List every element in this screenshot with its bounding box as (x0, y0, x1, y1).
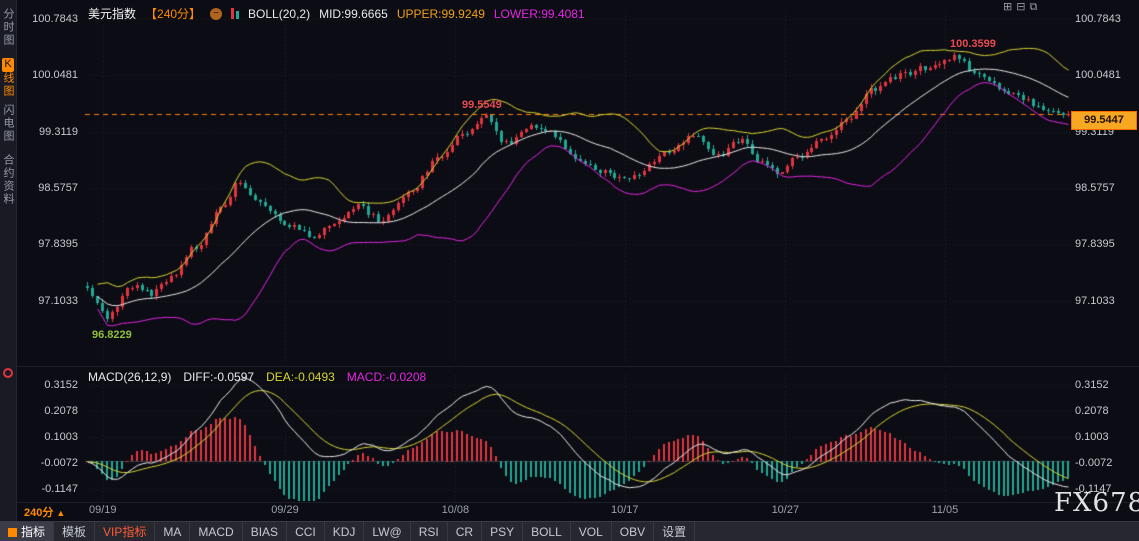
macd-axis-right-label-3: -0.0072 (1075, 457, 1113, 469)
left-sidebar: 分时图 K线图闪电图合约资料 (0, 0, 17, 521)
boll-label: BOLL(20,2) (248, 6, 311, 21)
toolbar-button-label: MA (163, 525, 182, 539)
toolbar-button-label: CR (455, 525, 474, 539)
toolbar-button-vip-indicators[interactable]: VIP指标 (95, 522, 156, 541)
toolbar-button-lw[interactable]: LW@ (364, 522, 411, 541)
toolbar-button-label: BOLL (531, 525, 562, 539)
price-axis-left-label-0: 100.7843 (32, 13, 78, 25)
price-axis-right-label-5: 97.1033 (1075, 295, 1115, 307)
boll-lower-value: LOWER:99.4081 (493, 6, 585, 21)
price-axis-right-label-3: 98.5757 (1075, 182, 1115, 194)
toolbar-button-label: OBV (619, 525, 646, 539)
toolbar-button-obv[interactable]: OBV (612, 522, 655, 541)
period-label[interactable]: 【240分】 (145, 5, 201, 22)
macd-header: MACD(26,12,9) DIFF:-0.0597 DEA:-0.0493 M… (88, 370, 426, 384)
candlestick-icon (231, 8, 240, 19)
toolbar-button-ma[interactable]: MA (155, 522, 191, 541)
date-label-2: 10/08 (441, 504, 470, 516)
toolbar-button-label: VOL (578, 525, 603, 539)
price-axis-right-label-4: 97.8395 (1075, 238, 1115, 250)
macd-axis-left-label-4: -0.1147 (41, 483, 79, 495)
toolbar-button-label: MACD (198, 525, 234, 539)
toolbar-button-rsi[interactable]: RSI (411, 522, 448, 541)
price-axis-right-label-0: 100.7843 (1075, 13, 1121, 25)
symbol-title: 美元指数 (88, 7, 137, 21)
chart-header: 美元指数 【240分】 − BOLL(20,2) MID:99.6665 UPP… (88, 5, 585, 22)
toolbar-button-label: 设置 (662, 525, 687, 539)
window-layout-icons: ⊞ ⊟ ⧉ (1003, 1, 1037, 13)
sidebar-item-time-chart[interactable]: 分时图 (1, 8, 15, 47)
triangle-up-icon: ▲ (56, 508, 66, 518)
price-axis-left-label-4: 97.8395 (38, 238, 78, 250)
toolbar-button-label: PSY (490, 525, 515, 539)
axis-divider (16, 502, 1139, 503)
toolbar-button-label: RSI (418, 525, 439, 539)
sidebar-item-lightning-chart[interactable]: 闪电图 (1, 104, 15, 143)
toolbar-button-label: VIP指标 (103, 525, 147, 539)
last-price-badge: 99.5447 (1071, 111, 1137, 130)
date-label-5: 11/05 (931, 504, 959, 516)
macd-axis-right-label-1: 0.2078 (1075, 405, 1109, 417)
sidebar-item-contract-info[interactable]: 合约资料 (1, 154, 15, 206)
peak-annotation-1: 99.5549 (462, 99, 502, 111)
toolbar-button-kdj[interactable]: KDJ (325, 522, 365, 541)
toolbar-button-templates[interactable]: 模板 (54, 522, 96, 541)
macd-axis-right-label-2: 0.1003 (1075, 431, 1109, 443)
price-axis-left-label-3: 98.5757 (38, 182, 78, 194)
toolbar-button-cr[interactable]: CR (448, 522, 483, 541)
kline-k-badge: K (2, 58, 14, 72)
toolbar-button-label: CCI (295, 525, 316, 539)
toolbar-button-indicators[interactable]: 指标 (0, 522, 55, 541)
toolbar-button-psy[interactable]: PSY (482, 522, 524, 541)
alert-dot-icon[interactable] (3, 368, 13, 378)
period-footer[interactable]: 240分 ▲ (24, 504, 65, 520)
price-axis-right-label-1: 100.0481 (1075, 69, 1121, 81)
period-menu-icon[interactable]: − (210, 7, 223, 20)
macd-title: MACD(26,12,9) (88, 370, 172, 384)
macd-diff-value: DIFF:-0.0597 (183, 370, 255, 384)
date-label-3: 10/17 (611, 504, 639, 516)
toolbar-button-vol[interactable]: VOL (571, 522, 612, 541)
sidebar-item-kline-chart[interactable]: K线图 (1, 58, 15, 98)
sidebar-item-label: 线图 (2, 72, 14, 98)
toolbar-button-settings[interactable]: 设置 (654, 522, 696, 541)
price-axis-left-label-1: 100.0481 (32, 69, 78, 81)
date-label-1: 09/29 (271, 504, 299, 516)
bottom-toolbar: 指标 模板 VIP指标 MA MACD BIAS CCI KDJ LW@ RSI CR PSY BOLL… (0, 521, 1139, 541)
price-axis-left-label-2: 99.3119 (39, 126, 78, 138)
macd-macd-value: MACD:-0.0208 (346, 370, 427, 384)
low-annotation: 96.8229 (92, 329, 132, 341)
toolbar-button-label: KDJ (332, 525, 356, 539)
macd-canvas[interactable] (85, 375, 1070, 501)
boll-upper-value: UPPER:99.9249 (396, 6, 485, 21)
macd-axis-right-label-0: 0.3152 (1075, 379, 1109, 391)
toolbar-button-label: BIAS (250, 525, 279, 539)
main-chart-canvas[interactable] (85, 12, 1070, 364)
peak-annotation-2: 100.3599 (950, 38, 996, 50)
date-label-0: 09/19 (88, 504, 117, 516)
macd-axis-left-label-2: 0.1003 (44, 431, 78, 443)
toolbar-button-label: 模板 (62, 525, 87, 539)
period-footer-label: 240分 (24, 507, 54, 519)
panel-divider (16, 366, 1139, 367)
date-label-4: 10/27 (771, 504, 800, 516)
boll-mid-value: MID:99.6665 (319, 6, 388, 21)
price-axis-left-label-5: 97.1033 (38, 295, 78, 307)
macd-dea-value: DEA:-0.0493 (266, 370, 335, 384)
tile-layout-icon[interactable]: ⊟ (1016, 1, 1025, 13)
macd-axis-left-label-1: 0.2078 (44, 405, 78, 417)
toolbar-button-bias[interactable]: BIAS (243, 522, 288, 541)
toolbar-button-cci[interactable]: CCI (287, 522, 325, 541)
app-window: 分时图 K线图闪电图合约资料 美元指数 【240分】 − BOLL(20,2) M… (0, 0, 1139, 541)
toolbar-button-macd[interactable]: MACD (190, 522, 243, 541)
toolbar-button-label: 指标 (21, 525, 46, 539)
toolbar-button-boll[interactable]: BOLL (523, 522, 571, 541)
cascade-layout-icon[interactable]: ⧉ (1029, 1, 1037, 13)
toolbar-button-label: LW@ (372, 525, 402, 539)
macd-axis-left-label-3: -0.0072 (40, 457, 78, 469)
indicator-grid-icon (8, 527, 17, 537)
watermark: FX678 (1054, 488, 1139, 518)
macd-axis-left-label-0: 0.3152 (44, 379, 78, 391)
grid-layout-icon[interactable]: ⊞ (1003, 1, 1012, 13)
